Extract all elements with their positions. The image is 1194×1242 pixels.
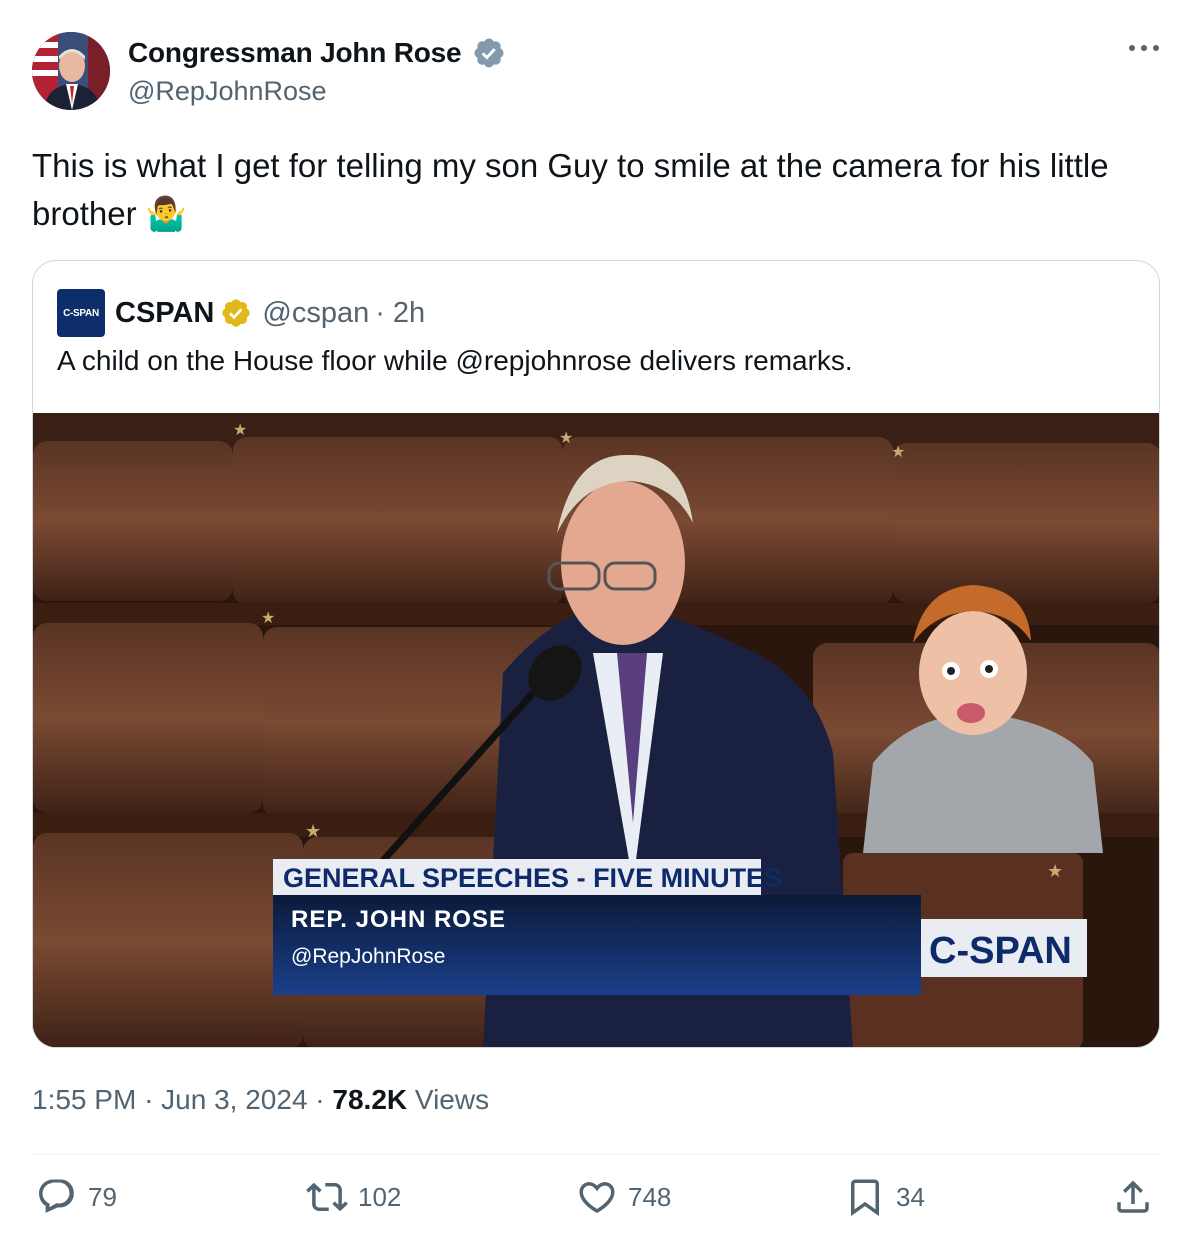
heart-icon <box>579 1182 615 1214</box>
avatar-image <box>32 32 110 110</box>
video-player[interactable]: ★ ★ ★ ★ ★ ★ GENERAL SPEECHES - FIVE MINU… <box>33 413 1159 1047</box>
tweet-body: This is what I get for telling my son Gu… <box>32 147 1109 232</box>
quoted-tweet[interactable]: C-SPAN CSPAN @cspan · 2h A child on the … <box>32 260 1160 1048</box>
bookmark-count: 34 <box>896 1181 925 1212</box>
bookmark-button[interactable]: 34 <box>844 1176 925 1218</box>
svg-text:★: ★ <box>559 428 573 447</box>
quoted-handle[interactable]: @cspan <box>262 297 369 330</box>
views-label: Views <box>414 1084 490 1115</box>
views-count: 78.2K <box>332 1084 408 1115</box>
repost-button[interactable]: 102 <box>306 1176 401 1218</box>
author-names: Congressman John Rose @RepJohnRose <box>128 36 506 107</box>
share-icon <box>1117 1180 1149 1213</box>
lower-third-title: GENERAL SPEECHES - FIVE MINUTES <box>283 863 782 893</box>
author-handle[interactable]: @RepJohnRose <box>128 76 506 107</box>
cspan-bug: C-SPAN <box>929 930 1072 972</box>
lower-third-handle: @RepJohnRose <box>291 945 445 968</box>
author-display-name[interactable]: Congressman John Rose <box>128 37 462 69</box>
repost-icon <box>306 1182 348 1212</box>
like-button[interactable]: 748 <box>576 1176 671 1218</box>
shrug-emoji: 🤷‍♂️ <box>145 195 187 232</box>
reply-button[interactable]: 79 <box>36 1176 117 1218</box>
svg-text:★: ★ <box>261 608 275 627</box>
verified-org-badge-icon <box>222 299 251 327</box>
tweet-header: Congressman John Rose @RepJohnRose <box>32 32 1162 114</box>
svg-text:★: ★ <box>1047 861 1063 882</box>
quoted-tweet-header: C-SPAN CSPAN @cspan · 2h <box>57 289 425 337</box>
video-frame: ★ ★ ★ ★ ★ ★ GENERAL SPEECHES - FIVE MINU… <box>33 413 1159 1047</box>
more-options-icon[interactable] <box>1126 38 1162 58</box>
quoted-tweet-text: A child on the House floor while @repjoh… <box>57 345 853 376</box>
quoted-time[interactable]: · 2h <box>375 297 425 330</box>
svg-text:★: ★ <box>305 821 321 842</box>
tweet-time[interactable]: 1:55 PM <box>32 1084 136 1115</box>
tweet-text: This is what I get for telling my son Gu… <box>32 142 1152 238</box>
verified-badge-icon[interactable] <box>472 36 506 70</box>
cspan-logo[interactable]: C-SPAN <box>57 289 105 337</box>
svg-text:★: ★ <box>891 442 905 461</box>
action-bar: 79 102 748 34 <box>36 1176 1158 1232</box>
bookmark-icon <box>851 1179 879 1217</box>
share-button[interactable] <box>1112 1176 1154 1218</box>
lower-third-speaker: REP. JOHN ROSE <box>291 906 506 933</box>
repost-count: 102 <box>358 1181 402 1212</box>
reply-count: 79 <box>88 1181 117 1212</box>
reply-icon <box>39 1179 74 1213</box>
svg-text:★: ★ <box>233 420 247 439</box>
avatar[interactable] <box>32 32 110 110</box>
tweet-date[interactable]: Jun 3, 2024 <box>161 1084 307 1115</box>
like-count: 748 <box>628 1181 672 1212</box>
quoted-display-name[interactable]: CSPAN <box>115 297 214 330</box>
divider <box>32 1154 1162 1155</box>
tweet-meta: 1:55 PM · Jun 3, 2024 · 78.2K Views <box>32 1084 490 1115</box>
